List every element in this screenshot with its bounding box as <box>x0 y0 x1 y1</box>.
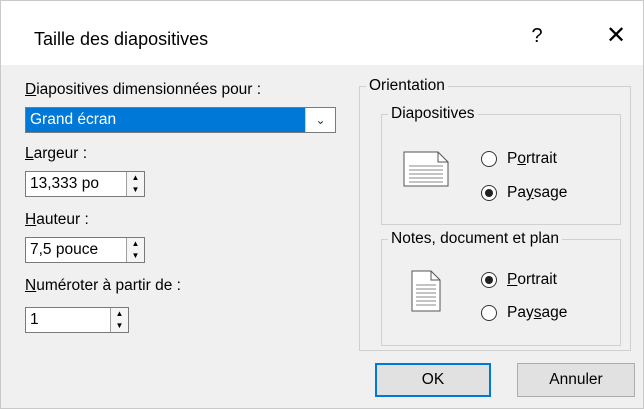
slides-landscape-label: Paysage <box>507 184 568 201</box>
portrait-page-icon <box>411 270 441 312</box>
spin-up-icon[interactable]: ▲ <box>111 308 128 320</box>
ok-button[interactable]: OK <box>375 363 491 397</box>
number-from-stepper[interactable]: 1 ▲ ▼ <box>25 307 129 333</box>
height-stepper[interactable]: 7,5 pouce ▲ ▼ <box>25 237 145 263</box>
number-from-label: Numéroter à partir de : <box>25 277 181 294</box>
radio-unchecked-icon[interactable] <box>481 151 497 167</box>
notes-orientation-title: Notes, document et plan <box>391 230 560 247</box>
size-for-label: Diapositives dimensionnées pour : <box>25 81 262 98</box>
title-bar: Taille des diapositives ? ✕ <box>1 1 643 65</box>
size-for-dropdown[interactable]: Grand écran ⌄ <box>25 107 336 133</box>
spin-down-icon[interactable]: ▼ <box>127 250 144 262</box>
size-for-selected: Grand écran <box>26 108 306 132</box>
chevron-down-icon[interactable]: ⌄ <box>305 108 335 132</box>
radio-checked-icon[interactable] <box>481 185 497 201</box>
height-spin-buttons[interactable]: ▲ ▼ <box>126 238 144 262</box>
radio-checked-icon[interactable] <box>481 272 497 288</box>
spin-up-icon[interactable]: ▲ <box>127 172 144 184</box>
spin-down-icon[interactable]: ▼ <box>111 320 128 332</box>
width-label: Largeur : <box>25 145 88 162</box>
help-button[interactable]: ? <box>522 21 552 51</box>
orientation-title: Orientation <box>369 77 445 94</box>
landscape-page-icon <box>403 151 449 187</box>
width-value[interactable]: 13,333 po <box>30 175 124 193</box>
slide-size-dialog: Taille des diapositives ? ✕ Diapositives… <box>0 0 644 409</box>
notes-portrait-label: Portrait <box>507 271 557 288</box>
spin-up-icon[interactable]: ▲ <box>127 238 144 250</box>
height-label: Hauteur : <box>25 211 89 228</box>
close-button[interactable]: ✕ <box>599 19 633 53</box>
notes-landscape-label: Paysage <box>507 304 568 321</box>
width-stepper[interactable]: 13,333 po ▲ ▼ <box>25 171 145 197</box>
dialog-title: Taille des diapositives <box>34 29 209 49</box>
slides-orientation-title: Diapositives <box>391 105 475 122</box>
cancel-button[interactable]: Annuler <box>517 363 635 397</box>
number-from-value[interactable]: 1 <box>30 311 39 329</box>
slides-portrait-label: Portrait <box>507 150 557 167</box>
spin-down-icon[interactable]: ▼ <box>127 184 144 196</box>
dialog-body: Diapositives dimensionnées pour : Grand … <box>1 65 643 408</box>
number-from-spin-buttons[interactable]: ▲ ▼ <box>110 308 128 332</box>
width-spin-buttons[interactable]: ▲ ▼ <box>126 172 144 196</box>
radio-unchecked-icon[interactable] <box>481 305 497 321</box>
height-value[interactable]: 7,5 pouce <box>30 241 124 259</box>
